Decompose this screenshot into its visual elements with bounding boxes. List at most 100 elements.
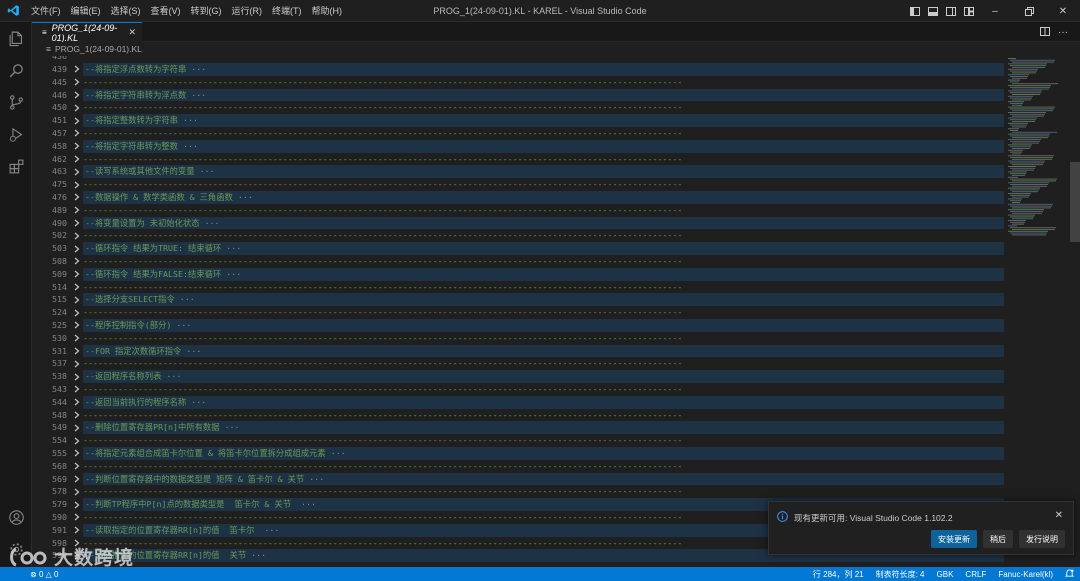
fold-chevron-right-icon[interactable]	[73, 114, 81, 127]
fold-chevron-right-icon[interactable]	[73, 255, 81, 268]
fold-chevron-right-icon[interactable]	[73, 345, 81, 358]
fold-ellipsis[interactable]: ···	[191, 64, 206, 74]
fold-chevron-right-icon[interactable]	[73, 498, 81, 511]
eol-status[interactable]: CRLF	[965, 570, 986, 579]
fold-chevron-right-icon[interactable]	[73, 242, 81, 255]
fold-chevron-right-icon[interactable]	[73, 421, 81, 434]
fold-chevron-right-icon[interactable]	[73, 434, 81, 447]
fold-chevron-right-icon[interactable]	[73, 268, 81, 281]
fold-ellipsis[interactable]: ···	[238, 192, 253, 202]
minimap[interactable]	[1006, 56, 1068, 567]
close-window-button[interactable]: ✕	[1046, 0, 1080, 22]
fold-ellipsis[interactable]: ···	[301, 499, 316, 509]
install-update-button[interactable]: 安装更新	[931, 530, 977, 548]
menu-item[interactable]: 文件(F)	[26, 4, 66, 17]
menu-item[interactable]: 终端(T)	[267, 4, 307, 17]
separator-line: 578 -------------------------------------…	[32, 485, 1006, 498]
fold-chevron-right-icon[interactable]	[73, 204, 81, 217]
fold-chevron-right-icon[interactable]	[73, 383, 81, 396]
fold-chevron-right-icon[interactable]	[73, 191, 81, 204]
menu-item[interactable]: 选择(S)	[106, 4, 146, 17]
fold-chevron-right-icon[interactable]	[73, 357, 81, 370]
fold-chevron-right-icon[interactable]	[73, 140, 81, 153]
split-editor-icon[interactable]	[1040, 23, 1050, 41]
indentation-status[interactable]: 制表符长度: 4	[876, 569, 925, 580]
menu-item[interactable]: 编辑(E)	[66, 4, 106, 17]
editor-scrollbar[interactable]	[1070, 56, 1080, 567]
fold-ellipsis[interactable]: ···	[191, 90, 206, 100]
fold-chevron-right-icon[interactable]	[73, 447, 81, 460]
restore-button[interactable]	[1012, 0, 1046, 22]
fold-chevron-right-icon[interactable]	[73, 229, 81, 242]
menu-item[interactable]: 转到(G)	[186, 4, 227, 17]
fold-ellipsis[interactable]: ···	[180, 294, 195, 304]
fold-chevron-right-icon[interactable]	[73, 178, 81, 191]
fold-chevron-right-icon[interactable]	[73, 409, 81, 422]
fold-ellipsis[interactable]: ···	[225, 422, 240, 432]
fold-chevron-right-icon[interactable]	[73, 165, 81, 178]
minimap-line	[1012, 234, 1046, 236]
problems-status[interactable]: ⊗ 0 △ 0	[30, 570, 58, 579]
fold-ellipsis[interactable]: ···	[251, 550, 266, 560]
encoding-status[interactable]: GBK	[937, 570, 954, 579]
notifications-bell-icon[interactable]	[1064, 568, 1075, 580]
fold-ellipsis[interactable]: ···	[186, 346, 201, 356]
fold-chevron-right-icon[interactable]	[73, 63, 81, 76]
accounts-icon[interactable]	[0, 501, 32, 533]
fold-chevron-right-icon[interactable]	[73, 460, 81, 473]
toggle-secondary-sidebar-icon[interactable]	[942, 0, 960, 22]
fold-chevron-right-icon[interactable]	[73, 217, 81, 230]
fold-ellipsis[interactable]: ···	[191, 397, 206, 407]
fold-ellipsis[interactable]: ···	[200, 166, 215, 176]
customize-layout-icon[interactable]	[960, 0, 978, 22]
fold-ellipsis[interactable]: ···	[331, 448, 346, 458]
fold-chevron-right-icon[interactable]	[73, 101, 81, 114]
language-mode[interactable]: Fanuc-Karel(kl)	[998, 570, 1053, 579]
fold-chevron-right-icon[interactable]	[73, 306, 81, 319]
fold-chevron-right-icon[interactable]	[73, 396, 81, 409]
code-editor[interactable]: 436 439 --将指定浮点数转为字符串 ··· 445 -------------…	[32, 56, 1006, 567]
fold-chevron-right-icon[interactable]	[73, 511, 81, 524]
fold-chevron-right-icon[interactable]	[73, 127, 81, 140]
cursor-position[interactable]: 行 284，列 21	[813, 569, 864, 580]
fold-ellipsis[interactable]: ···	[226, 269, 241, 279]
fold-chevron-right-icon[interactable]	[73, 319, 81, 332]
toggle-primary-sidebar-icon[interactable]	[906, 0, 924, 22]
scrollbar-thumb[interactable]	[1070, 162, 1080, 242]
fold-chevron-right-icon[interactable]	[73, 293, 81, 306]
explorer-icon[interactable]	[0, 22, 32, 54]
toggle-panel-icon[interactable]	[924, 0, 942, 22]
breadcrumb-file[interactable]: PROG_1(24-09-01).KL	[55, 44, 142, 54]
fold-ellipsis[interactable]: ···	[166, 371, 181, 381]
later-button[interactable]: 稍后	[983, 530, 1013, 548]
fold-chevron-right-icon[interactable]	[73, 524, 81, 537]
close-tab-icon[interactable]: ✕	[128, 27, 136, 38]
more-actions-icon[interactable]: ···	[1058, 27, 1068, 38]
fold-chevron-right-icon[interactable]	[73, 281, 81, 294]
fold-chevron-right-icon[interactable]	[73, 76, 81, 89]
fold-ellipsis[interactable]: ···	[183, 115, 198, 125]
fold-ellipsis[interactable]: ···	[309, 474, 324, 484]
fold-chevron-right-icon[interactable]	[73, 370, 81, 383]
fold-chevron-right-icon[interactable]	[73, 89, 81, 102]
fold-ellipsis[interactable]: ···	[205, 218, 220, 228]
fold-chevron-right-icon[interactable]	[73, 473, 81, 486]
fold-ellipsis[interactable]: ···	[176, 320, 191, 330]
fold-ellipsis[interactable]: ···	[183, 141, 198, 151]
extensions-icon[interactable]	[0, 150, 32, 182]
close-notification-icon[interactable]: ✕	[1055, 510, 1063, 521]
fold-ellipsis[interactable]: ···	[226, 243, 241, 253]
menu-item[interactable]: 帮助(H)	[307, 4, 348, 17]
fold-chevron-right-icon[interactable]	[73, 485, 81, 498]
release-notes-button[interactable]: 发行说明	[1019, 530, 1065, 548]
fold-ellipsis[interactable]: ···	[264, 525, 279, 535]
minimize-button[interactable]: –	[978, 0, 1012, 22]
run-debug-icon[interactable]	[0, 118, 32, 150]
menu-item[interactable]: 运行(R)	[227, 4, 268, 17]
fold-chevron-right-icon[interactable]	[73, 153, 81, 166]
source-control-icon[interactable]	[0, 86, 32, 118]
search-icon[interactable]	[0, 54, 32, 86]
menu-item[interactable]: 查看(V)	[146, 4, 186, 17]
editor-tab-prog1[interactable]: ≡ PROG_1(24-09-01).KL ✕	[32, 22, 142, 43]
fold-chevron-right-icon[interactable]	[73, 332, 81, 345]
